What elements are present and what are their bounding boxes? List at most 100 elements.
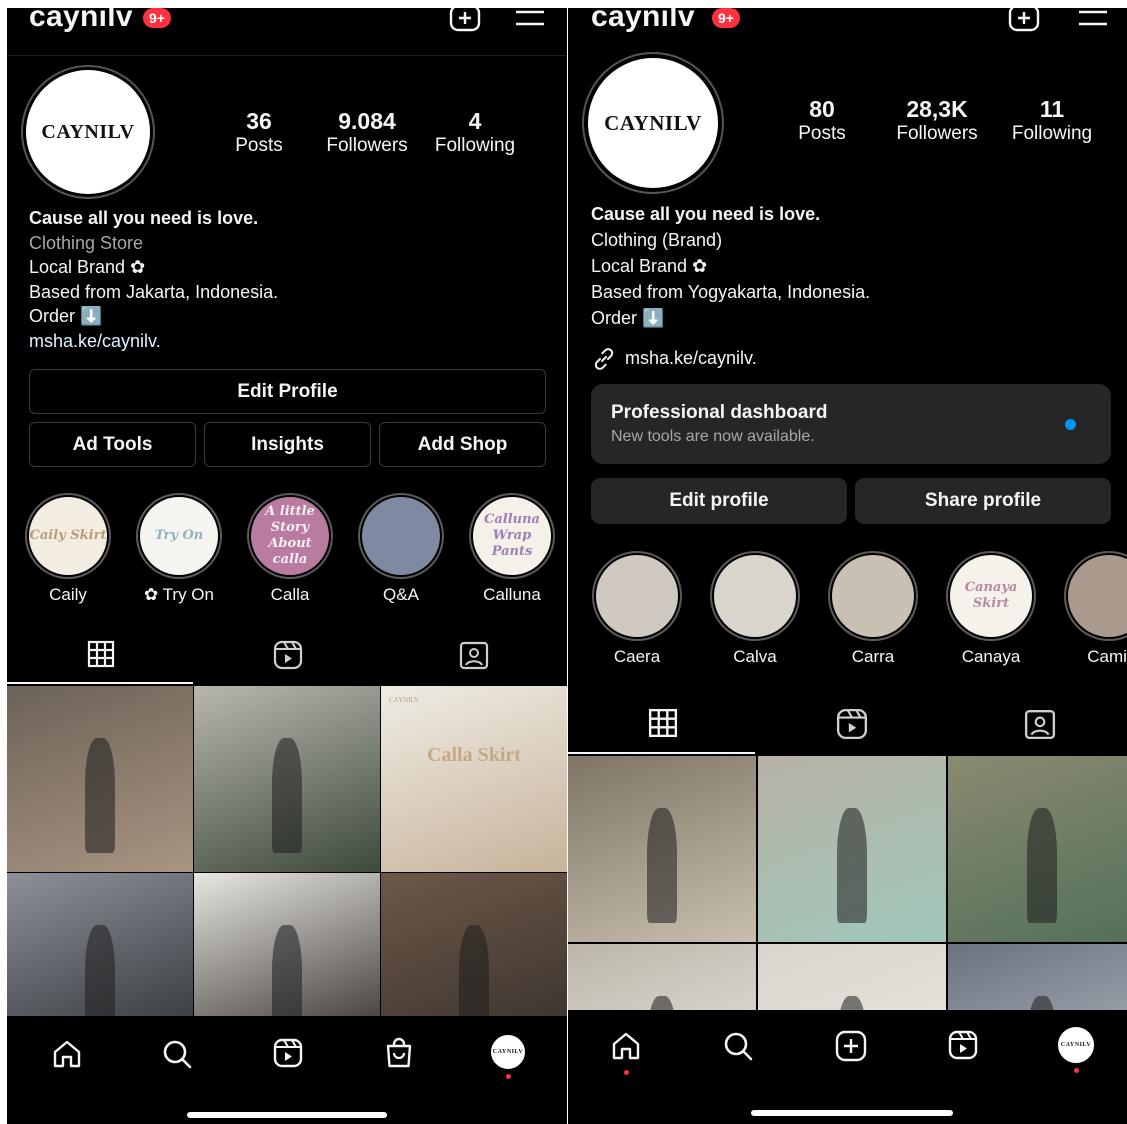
profile-avatar[interactable]: CAYNILV bbox=[21, 65, 155, 199]
highlight-ring bbox=[358, 493, 444, 579]
highlight-cover bbox=[1068, 555, 1127, 637]
stat-posts[interactable]: 36 Posts bbox=[217, 108, 301, 158]
highlight-cover: Calluna Wrap Pants bbox=[473, 497, 551, 575]
username[interactable]: caynilv bbox=[591, 8, 695, 34]
edit-profile-button[interactable]: Edit Profile bbox=[29, 369, 546, 414]
story-highlight[interactable]: Try On ✿ Try On bbox=[126, 493, 232, 605]
reels-icon[interactable] bbox=[947, 1029, 979, 1061]
profile-nav-avatar[interactable]: CAYNILV bbox=[491, 1035, 525, 1069]
highlight-cover bbox=[596, 555, 678, 637]
insights-button[interactable]: Insights bbox=[204, 422, 371, 467]
profile-notification-dot bbox=[506, 1074, 511, 1079]
stat-posts[interactable]: 80 Posts bbox=[780, 96, 864, 146]
ad-tools-button[interactable]: Ad Tools bbox=[29, 422, 196, 467]
dashboard-subtitle: New tools are now available. bbox=[611, 428, 815, 445]
username[interactable]: caynilv bbox=[29, 8, 133, 34]
home-icon[interactable] bbox=[51, 1038, 83, 1070]
menu-icon[interactable] bbox=[515, 8, 545, 30]
highlight-cover bbox=[362, 497, 440, 575]
story-highlight[interactable]: A little Story About calla Calla bbox=[237, 493, 343, 605]
active-tab-indicator bbox=[7, 682, 193, 684]
bio-link[interactable]: msha.ke/caynilv. bbox=[29, 329, 549, 354]
highlight-ring: Canaya Skirt bbox=[946, 551, 1036, 641]
post-thumbnail[interactable]: CAYNILV Calla Skirt bbox=[381, 686, 567, 872]
avatar-logo: CAYNILV bbox=[26, 70, 150, 194]
post-thumbnail[interactable] bbox=[948, 756, 1127, 942]
notification-badge[interactable]: 9+ bbox=[712, 8, 740, 28]
add-shop-button[interactable]: Add Shop bbox=[379, 422, 546, 467]
professional-dashboard-card[interactable]: Professional dashboard New tools are now… bbox=[591, 384, 1111, 464]
story-highlight[interactable]: Caily Skirt Caily bbox=[15, 493, 121, 605]
highlight-label: Calva bbox=[733, 647, 777, 666]
highlight-label: Calla bbox=[270, 585, 310, 604]
dashboard-title: Professional dashboard bbox=[611, 402, 828, 423]
shop-icon[interactable] bbox=[383, 1036, 415, 1070]
story-highlight[interactable]: Camil bbox=[1054, 551, 1127, 667]
highlight-ring bbox=[1064, 551, 1127, 641]
story-highlight[interactable]: Calluna Wrap Pants Calluna bbox=[459, 493, 565, 605]
profile-nav-avatar[interactable]: CAYNILV bbox=[1058, 1027, 1094, 1063]
highlight-ring: Try On bbox=[136, 493, 222, 579]
stat-followers[interactable]: 28,3K Followers bbox=[886, 96, 988, 146]
highlight-ring bbox=[592, 551, 682, 641]
highlight-ring: A little Story About calla bbox=[247, 493, 333, 579]
highlight-cover: Canaya Skirt bbox=[950, 555, 1032, 637]
post-brand-text: CAYNILV bbox=[389, 696, 420, 704]
home-icon[interactable] bbox=[610, 1030, 642, 1062]
highlight-ring: Calluna Wrap Pants bbox=[469, 493, 555, 579]
highlight-label: Camil bbox=[1087, 647, 1127, 666]
bottom-navigation bbox=[568, 1010, 1127, 1124]
bio-name: Cause all you need is love. bbox=[591, 204, 821, 224]
reels-tab-icon[interactable] bbox=[836, 708, 868, 740]
notification-badge[interactable]: 9+ bbox=[143, 8, 171, 28]
highlight-ring bbox=[710, 551, 800, 641]
bio-category: Clothing Store bbox=[29, 232, 144, 253]
stat-following[interactable]: 4 Following bbox=[427, 108, 523, 158]
story-highlight[interactable]: Carra bbox=[818, 551, 928, 667]
bio-name: Cause all you need is love. bbox=[29, 208, 259, 228]
tagged-tab-icon[interactable] bbox=[459, 640, 489, 670]
highlight-cover bbox=[832, 555, 914, 637]
bottom-navigation bbox=[7, 1016, 567, 1124]
create-icon[interactable] bbox=[1008, 8, 1040, 32]
highlight-label: Calluna bbox=[483, 585, 541, 604]
story-highlight[interactable]: Canaya Skirt Canaya bbox=[936, 551, 1046, 667]
stat-followers[interactable]: 9.084 Followers bbox=[317, 108, 417, 158]
highlight-label: Q&A bbox=[383, 585, 419, 604]
stat-following[interactable]: 11 Following bbox=[1002, 96, 1102, 146]
highlight-label: ✿ Try On bbox=[144, 585, 214, 604]
story-highlight[interactable]: Caera bbox=[582, 551, 692, 667]
reels-tab-icon[interactable] bbox=[273, 640, 303, 670]
search-icon[interactable] bbox=[161, 1038, 193, 1070]
highlight-ring bbox=[828, 551, 918, 641]
profile-avatar[interactable]: CAYNILV bbox=[582, 52, 724, 194]
search-icon[interactable] bbox=[722, 1030, 754, 1062]
highlight-label: Caera bbox=[613, 647, 661, 666]
story-highlight[interactable]: Calva bbox=[700, 551, 810, 667]
bio-link[interactable]: msha.ke/caynilv. bbox=[625, 346, 757, 371]
bio-category: Clothing (Brand) bbox=[591, 230, 723, 250]
create-post-icon[interactable] bbox=[834, 1029, 868, 1063]
post-title-text: Calla Skirt bbox=[427, 744, 521, 766]
post-thumbnail[interactable] bbox=[7, 686, 193, 872]
photo-subject bbox=[272, 738, 302, 854]
reels-icon[interactable] bbox=[272, 1037, 304, 1069]
create-icon[interactable] bbox=[449, 8, 481, 32]
post-thumbnail[interactable] bbox=[758, 756, 946, 942]
post-thumbnail[interactable] bbox=[194, 686, 380, 872]
bio-line: Based from Jakarta, Indonesia. bbox=[29, 281, 279, 302]
grid-tab-icon[interactable] bbox=[87, 640, 115, 668]
highlight-label: Carra bbox=[851, 647, 895, 666]
highlight-cover: Try On bbox=[140, 497, 218, 575]
story-highlight[interactable]: Q&A bbox=[348, 493, 454, 605]
menu-icon[interactable] bbox=[1078, 8, 1108, 30]
post-thumbnail[interactable] bbox=[568, 756, 756, 942]
share-profile-button[interactable]: Share profile bbox=[855, 478, 1111, 524]
header-divider bbox=[7, 55, 567, 56]
grid-tab-icon[interactable] bbox=[648, 708, 678, 738]
profile-notification-dot bbox=[1074, 1068, 1079, 1073]
tagged-tab-icon[interactable] bbox=[1024, 708, 1056, 740]
highlight-cover bbox=[714, 555, 796, 637]
edit-profile-button[interactable]: Edit profile bbox=[591, 478, 847, 524]
bio-line: Order ⬇️ bbox=[591, 308, 665, 328]
